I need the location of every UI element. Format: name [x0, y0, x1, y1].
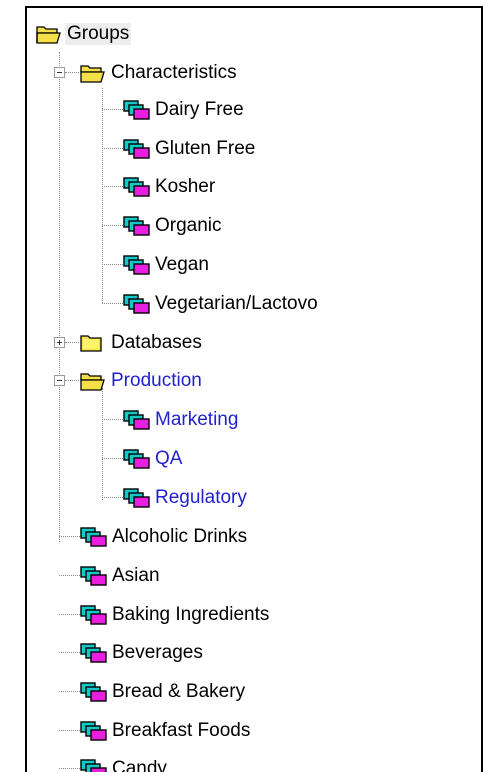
tree-node-bread-bakery[interactable]: Bread & Bakery — [80, 678, 247, 706]
tree-node-qa[interactable]: QA — [123, 445, 184, 473]
tree-node-regulatory[interactable]: Regulatory — [123, 484, 249, 512]
tree-node-gluten-free[interactable]: Gluten Free — [123, 135, 257, 163]
tree-connector-characteristics — [102, 88, 103, 303]
group-icon — [123, 139, 150, 159]
tree-node-beverages[interactable]: Beverages — [80, 639, 205, 667]
tree-node-label: Characteristics — [111, 62, 237, 83]
tree-connector — [102, 186, 123, 187]
tree-node-label: Asian — [112, 565, 160, 586]
group-icon — [80, 721, 107, 741]
group-icon — [123, 294, 150, 314]
tree-node-characteristics[interactable]: Characteristics — [79, 59, 239, 87]
group-icon — [123, 449, 150, 469]
folder-open-icon — [36, 26, 61, 44]
group-icon — [80, 643, 107, 663]
groups-tree: Groups Characteristics Dairy Free Gluten… — [27, 8, 481, 772]
tree-node-label: Vegan — [155, 254, 209, 275]
tree-connector — [59, 730, 80, 731]
tree-node-kosher[interactable]: Kosher — [123, 173, 217, 201]
tree-node-vegan[interactable]: Vegan — [123, 251, 211, 279]
tree-node-marketing[interactable]: Marketing — [123, 406, 240, 434]
group-icon — [80, 527, 107, 547]
tree-node-organic[interactable]: Organic — [123, 212, 224, 240]
tree-connector — [102, 148, 123, 149]
group-icon — [123, 255, 150, 275]
tree-node-label: Breakfast Foods — [112, 720, 251, 741]
tree-connector — [59, 614, 80, 615]
tree-node-baking-ingredients[interactable]: Baking Ingredients — [80, 601, 271, 629]
tree-node-alcoholic-drinks[interactable]: Alcoholic Drinks — [80, 523, 249, 551]
tree-node-label: Vegetarian/Lactovo — [155, 293, 318, 314]
tree-node-dairy-free[interactable]: Dairy Free — [123, 96, 246, 124]
tree-connector-production — [102, 388, 103, 500]
tree-connector — [102, 497, 123, 498]
tree-connector — [102, 264, 123, 265]
tree-node-label: Bread & Bakery — [112, 681, 246, 702]
tree-connector — [59, 575, 80, 576]
tree-node-label: Kosher — [155, 176, 216, 197]
tree-connector — [102, 419, 123, 420]
groups-tree-panel: Groups Characteristics Dairy Free Gluten… — [25, 6, 483, 772]
tree-node-vegetarian-lactovo[interactable]: Vegetarian/Lactovo — [123, 290, 320, 318]
tree-connector — [59, 691, 80, 692]
group-icon — [80, 682, 107, 702]
expand-toggle[interactable] — [54, 337, 65, 348]
tree-connector — [102, 303, 123, 304]
tree-connector — [102, 225, 123, 226]
folder-open-icon — [80, 65, 105, 83]
group-icon — [80, 605, 107, 625]
tree-connector — [59, 768, 80, 769]
tree-node-label: Gluten Free — [155, 138, 256, 159]
group-icon — [123, 410, 150, 430]
folder-closed-icon — [80, 335, 102, 352]
tree-node-label: Organic — [155, 215, 222, 236]
group-icon — [123, 216, 150, 236]
tree-connector — [59, 536, 80, 537]
tree-node-label: Marketing — [155, 409, 239, 430]
collapse-toggle[interactable] — [54, 375, 65, 386]
tree-node-breakfast-foods[interactable]: Breakfast Foods — [80, 717, 252, 745]
tree-node-label: Regulatory — [155, 487, 247, 508]
tree-node-label: Dairy Free — [155, 99, 244, 120]
tree-node-production[interactable]: Production — [79, 367, 204, 395]
tree-connector — [102, 458, 123, 459]
tree-connector-root — [59, 52, 60, 542]
tree-node-label: Production — [111, 370, 202, 391]
tree-node-asian[interactable]: Asian — [80, 562, 162, 590]
tree-connector — [102, 109, 123, 110]
group-icon — [123, 100, 150, 120]
tree-node-label: Databases — [111, 332, 202, 353]
tree-node-label: Baking Ingredients — [112, 604, 270, 625]
tree-connector — [59, 652, 80, 653]
folder-open-icon — [80, 373, 105, 391]
group-icon — [123, 488, 150, 508]
tree-node-candy[interactable]: Candy — [80, 755, 169, 772]
tree-node-label: Groups — [65, 23, 132, 45]
tree-node-label: Beverages — [112, 642, 203, 663]
tree-node-label: Alcoholic Drinks — [112, 526, 248, 547]
tree-connector — [65, 72, 79, 73]
collapse-toggle[interactable] — [54, 67, 65, 78]
tree-node-groups[interactable]: Groups — [35, 20, 132, 48]
tree-node-label: QA — [155, 448, 183, 469]
group-icon — [80, 566, 107, 586]
tree-connector — [65, 342, 79, 343]
group-icon — [123, 177, 150, 197]
tree-node-databases[interactable]: Databases — [79, 329, 204, 357]
tree-connector — [65, 380, 79, 381]
